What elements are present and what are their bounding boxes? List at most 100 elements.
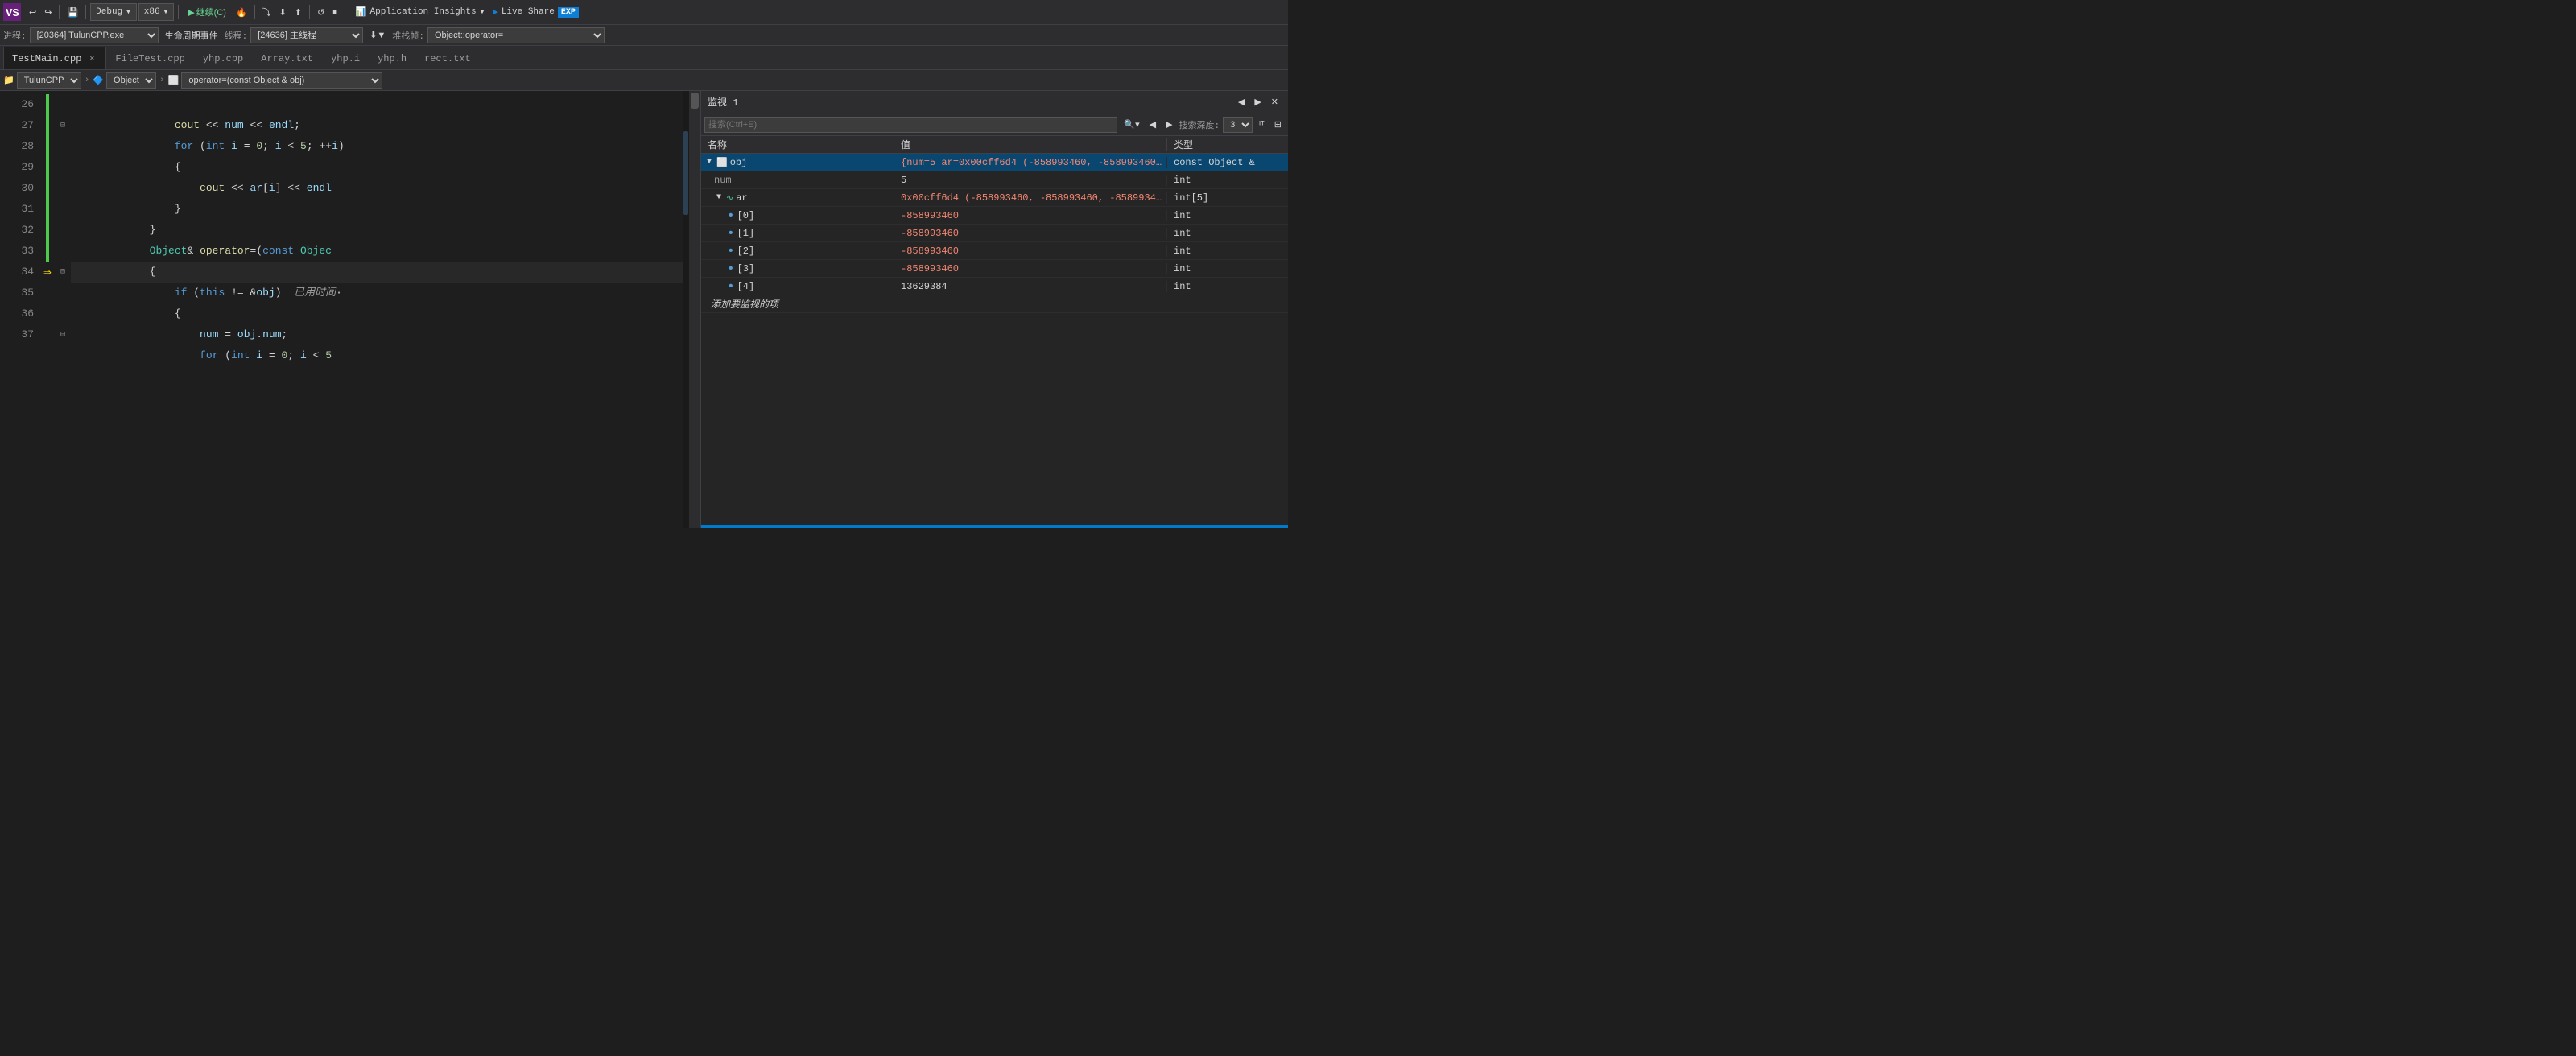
tab-recttxt[interactable]: rect.txt: [415, 47, 480, 69]
code-line-32: Object& operator=(const Objec: [71, 220, 683, 241]
fold-34[interactable]: ⊟: [55, 262, 71, 283]
tab-filetest[interactable]: FileTest.cpp: [106, 47, 193, 69]
watch-next-result[interactable]: ▶: [1162, 115, 1175, 134]
dot-3-icon: •: [727, 262, 735, 275]
watch-footer: [701, 525, 1288, 528]
watch-search-input[interactable]: [704, 117, 1117, 133]
thread-dropdown[interactable]: [24636] 主线程: [250, 27, 363, 43]
minimap: [683, 91, 689, 528]
class-breadcrumb-dropdown[interactable]: Object: [106, 72, 156, 89]
fold-37[interactable]: ⊟: [55, 324, 71, 345]
tab-arraytxt[interactable]: Array.txt: [252, 47, 322, 69]
watch-row-num[interactable]: num 5 int: [701, 171, 1288, 189]
watch-row-3[interactable]: • [3] -858993460 int: [701, 260, 1288, 278]
watch-cell-4-type: int: [1167, 281, 1288, 292]
debug-config-dropdown[interactable]: Debug ▾: [90, 3, 137, 21]
code-editor[interactable]: 26 27 28 29 30 31 32 33 34 35 36 37 ⇒: [0, 91, 700, 528]
gutter-30: [40, 178, 55, 199]
fold-33: [55, 241, 71, 262]
tab-testmain-close[interactable]: ✕: [86, 53, 97, 64]
editor-scrollbar[interactable]: [689, 91, 700, 528]
titlebar: VS ↩ ↪ 💾 Debug ▾ x86 ▾ ▶ 继续(C) 🔥 ⤵ ⬇ ⬆ ↺…: [0, 0, 1288, 25]
watch-cell-obj-value: {num=5 ar=0x00cff6d4 (-858993460, -85899…: [894, 157, 1167, 168]
watch-search-icon[interactable]: 🔍▾: [1121, 115, 1142, 134]
fold-27[interactable]: ⊟: [55, 115, 71, 136]
gutter-36: [40, 303, 55, 324]
tab-yhph-label: yhp.h: [378, 53, 407, 64]
watch-format-btn[interactable]: ᴵᵀ: [1256, 115, 1268, 134]
hot-reload-button[interactable]: 🔥: [233, 2, 250, 22]
step-over-button[interactable]: ⤵: [259, 2, 275, 22]
watch-row-4[interactable]: • [4] 13629384 int: [701, 278, 1288, 295]
watch-col-name: 名称: [701, 138, 894, 151]
liveshare-area[interactable]: ▶ Live Share EXP: [493, 6, 579, 18]
watch-col-value: 值: [894, 138, 1167, 151]
save-button[interactable]: 💾: [64, 2, 81, 22]
filter-button[interactable]: ⬇▼: [366, 26, 389, 45]
breadcrumb-class: 🔷 Object: [93, 72, 156, 89]
watch-0-label: [0]: [737, 210, 755, 221]
watch-cell-num-type: int: [1167, 175, 1288, 186]
expand-ar-icon[interactable]: ▼: [714, 193, 724, 202]
fold-30: [55, 178, 71, 199]
tab-yhpi[interactable]: yhp.i: [322, 47, 369, 69]
search-depth-dropdown[interactable]: 3: [1223, 117, 1253, 133]
dot-2-icon: •: [727, 245, 735, 258]
tab-yhph[interactable]: yhp.h: [369, 47, 415, 69]
code-line-34: if (this != &obj) 已用时间·: [71, 262, 683, 283]
watch-title: 监视 1: [708, 95, 738, 109]
watch-panel: 监视 1 ◀ ▶ ✕ 🔍▾ ◀ ▶ 搜索深度: 3 ᴵᵀ ⊞ 名称 值 类型: [700, 91, 1288, 528]
editor-area: 26 27 28 29 30 31 32 33 34 35 36 37 ⇒: [0, 91, 1288, 528]
step-out-button[interactable]: ⬆: [291, 2, 305, 22]
dot-0-icon: •: [727, 209, 735, 222]
watch-cell-3-name: • [3]: [701, 262, 894, 275]
watch-add-row[interactable]: 添加要监视的项: [701, 295, 1288, 313]
method-breadcrumb-dropdown[interactable]: operator=(const Object & obj): [181, 72, 382, 89]
thread-label: 线程:: [225, 29, 248, 42]
watch-row-2[interactable]: • [2] -858993460 int: [701, 242, 1288, 260]
watch-row-ar[interactable]: ▼ ∿ ar 0x00cff6d4 (-858993460, -85899346…: [701, 189, 1288, 207]
watch-cell-1-name: • [1]: [701, 227, 894, 240]
watch-cell-0-type: int: [1167, 210, 1288, 221]
restart-button[interactable]: ↺: [314, 2, 328, 22]
watch-row-1[interactable]: • [1] -858993460 int: [701, 225, 1288, 242]
process-dropdown[interactable]: [20364] TulunCPP.exe: [30, 27, 159, 43]
lifecycle-events-button[interactable]: 生命周期事件: [162, 26, 221, 45]
line-numbers: 26 27 28 29 30 31 32 33 34 35 36 37: [0, 91, 40, 528]
stack-label: 堆栈帧:: [392, 29, 424, 42]
watch-cell-num-name: num: [701, 175, 894, 186]
watch-row-0[interactable]: • [0] -858993460 int: [701, 207, 1288, 225]
tab-yhpcpp[interactable]: yhp.cpp: [194, 47, 252, 69]
project-icon: 📁: [3, 75, 14, 86]
stop-button[interactable]: ⏹: [329, 2, 341, 22]
undo-button[interactable]: ↩: [26, 2, 39, 22]
tab-bar: TestMain.cpp ✕ FileTest.cpp yhp.cpp Arra…: [0, 46, 1288, 70]
code-content[interactable]: cout << num << endl; for (int i = 0; i <…: [71, 91, 683, 528]
project-breadcrumb-dropdown[interactable]: TulunCPP: [17, 72, 81, 89]
watch-nav-next[interactable]: ▶: [1251, 93, 1264, 112]
watch-cell-1-type: int: [1167, 228, 1288, 239]
watch-cell-ar-name: ▼ ∿ ar: [701, 192, 894, 204]
watch-prev-result[interactable]: ◀: [1146, 115, 1159, 134]
tab-recttxt-label: rect.txt: [424, 53, 471, 64]
watch-columns-btn[interactable]: ⊞: [1271, 115, 1285, 134]
watch-cell-obj-name: ▼ ⬜ obj: [701, 157, 894, 168]
redo-button[interactable]: ↪: [41, 2, 55, 22]
watch-row-obj[interactable]: ▼ ⬜ obj {num=5 ar=0x00cff6d4 (-858993460…: [701, 154, 1288, 171]
continue-button[interactable]: ▶ 继续(C): [183, 4, 231, 20]
method-icon: ⬜: [168, 75, 180, 86]
step-into-button[interactable]: ⬇: [276, 2, 290, 22]
separator-3: [178, 5, 179, 19]
watch-nav-prev[interactable]: ◀: [1235, 93, 1248, 112]
watch-cell-3-value: -858993460: [894, 263, 1167, 274]
tab-yhpcpp-label: yhp.cpp: [203, 53, 243, 64]
app-insights-icon: 📊: [356, 6, 367, 18]
arch-dropdown[interactable]: x86 ▾: [138, 3, 174, 21]
stack-dropdown[interactable]: Object::operator=: [427, 27, 605, 43]
obj-type-icon: ⬜: [716, 157, 728, 168]
expand-obj-icon[interactable]: ▼: [704, 158, 714, 167]
code-line-26: cout << num << endl;: [71, 94, 683, 115]
watch-close-button[interactable]: ✕: [1268, 93, 1282, 112]
tab-testmain[interactable]: TestMain.cpp ✕: [3, 47, 106, 69]
fold-29: [55, 157, 71, 178]
